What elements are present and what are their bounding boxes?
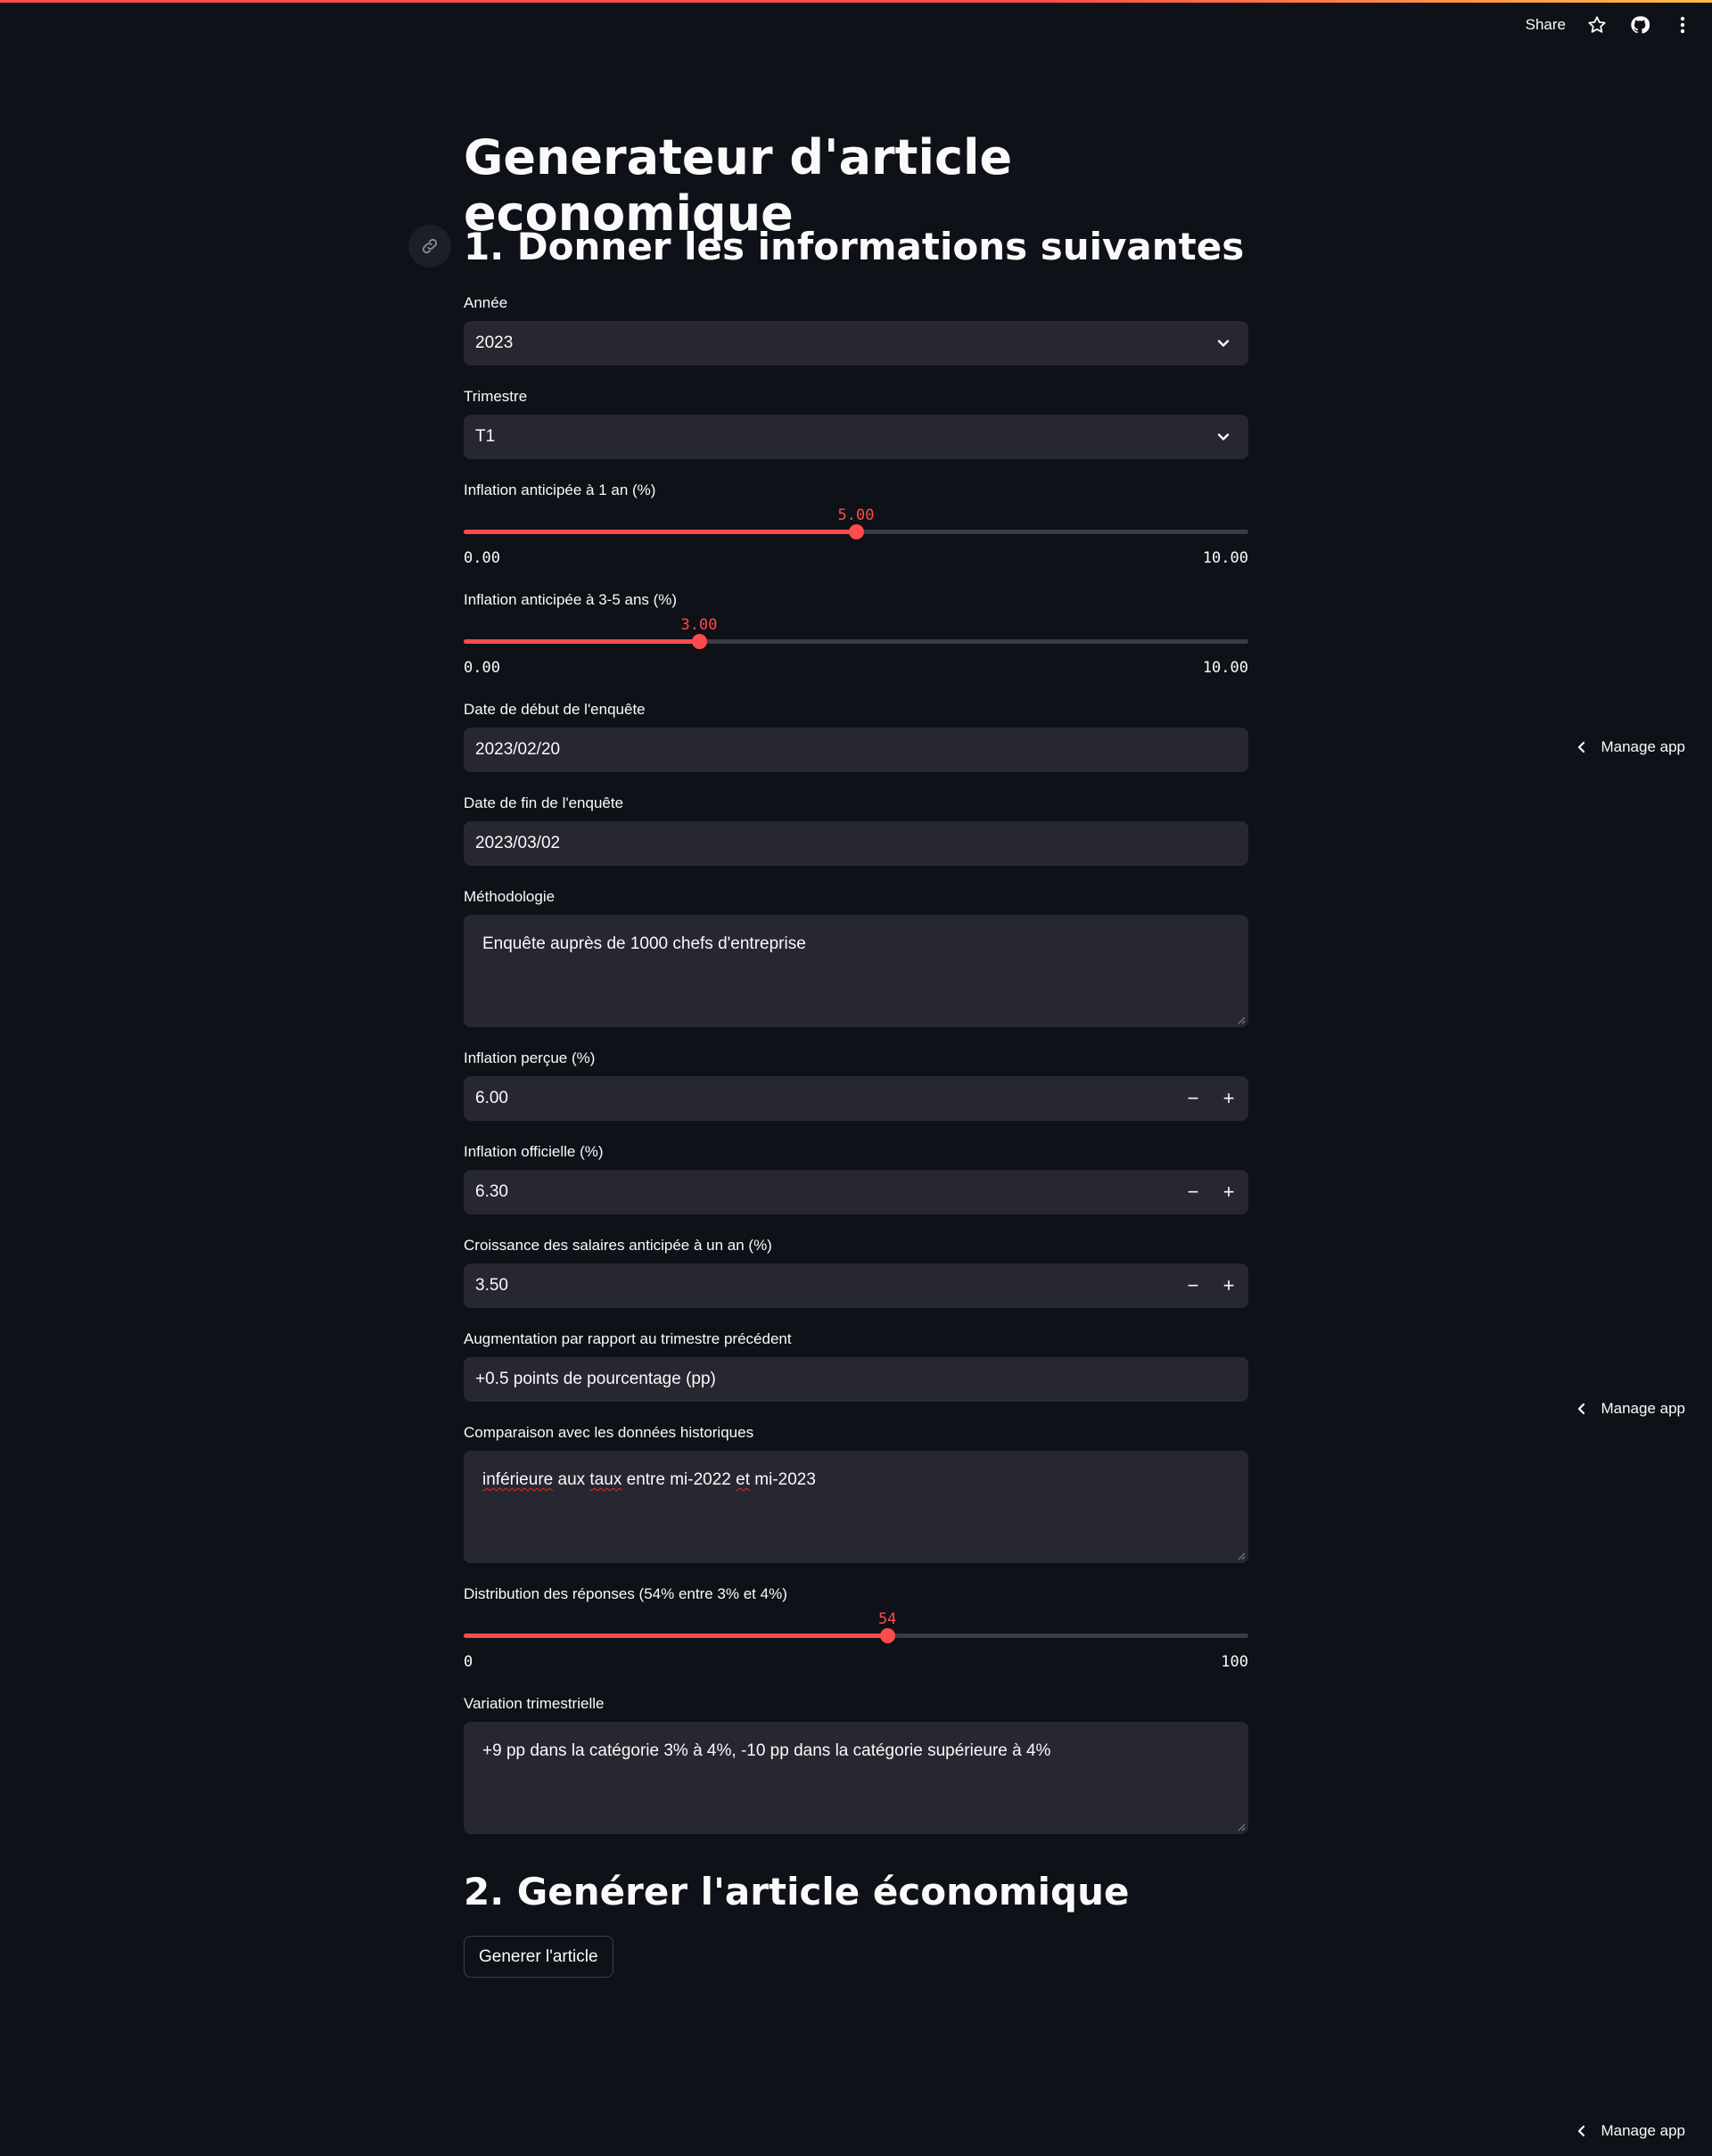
manage-app-button[interactable]: Manage app	[1576, 738, 1685, 756]
inflation-percue-value: 6.00	[475, 1089, 508, 1107]
increment-button[interactable]: +	[1211, 1076, 1247, 1121]
slider-max-label: 10.00	[1202, 549, 1248, 567]
augmentation-input[interactable]: +0.5 points de pourcentage (pp)	[464, 1357, 1248, 1402]
slider-max-label: 10.00	[1202, 659, 1248, 677]
chevron-left-icon	[1578, 2125, 1585, 2137]
decrement-button[interactable]: −	[1175, 1170, 1211, 1214]
comparaison-part: inférieure	[482, 1470, 554, 1489]
comparaison-value: inférieure aux taux entre mi-2022 et mi-…	[482, 1470, 816, 1490]
top-accent-bar	[0, 0, 1712, 3]
inflation-1an-slider[interactable]: 5.00 0.00 10.00	[464, 506, 1248, 567]
variation-label: Variation trimestrielle	[464, 1695, 605, 1712]
section-2-heading: 2. Genérer l'article économique	[464, 1870, 1130, 1913]
augmentation-value: +0.5 points de pourcentage (pp)	[475, 1370, 716, 1388]
slider-thumb[interactable]	[692, 634, 707, 649]
comparaison-part: et	[736, 1470, 750, 1489]
croissance-salaires-input[interactable]: 3.50 − +	[464, 1263, 1248, 1308]
methodologie-value: Enquête auprès de 1000 chefs d'entrepris…	[482, 934, 806, 953]
increment-button[interactable]: +	[1211, 1170, 1247, 1214]
generate-article-button[interactable]: Generer l'article	[464, 1936, 613, 1978]
methodologie-textarea[interactable]: Enquête auprès de 1000 chefs d'entrepris…	[464, 915, 1248, 1027]
annee-select[interactable]: 2023	[464, 321, 1248, 366]
link-icon[interactable]	[408, 225, 451, 267]
star-icon[interactable]	[1585, 13, 1609, 37]
comparaison-part: entre mi-2022	[621, 1470, 737, 1489]
kebab-menu-icon[interactable]	[1671, 13, 1694, 37]
slider-fill	[464, 1633, 888, 1638]
date-fin-input[interactable]: 2023/03/02	[464, 821, 1248, 866]
date-debut-value: 2023/02/20	[475, 740, 561, 759]
header-toolbar: Share	[1526, 13, 1694, 37]
github-icon[interactable]	[1628, 13, 1651, 37]
slider-current-value: 3.00	[680, 616, 718, 634]
resize-grip-icon[interactable]	[1237, 1016, 1246, 1025]
croissance-salaires-label: Croissance des salaires anticipée à un a…	[464, 1237, 772, 1254]
comparaison-label: Comparaison avec les données historiques	[464, 1424, 754, 1441]
increment-button[interactable]: +	[1211, 1263, 1247, 1308]
croissance-salaires-value: 3.50	[475, 1276, 508, 1295]
slider-max-label: 100	[1221, 1653, 1248, 1671]
comparaison-textarea[interactable]: inférieure aux taux entre mi-2022 et mi-…	[464, 1451, 1248, 1563]
comparaison-part: taux	[589, 1470, 622, 1489]
annee-value: 2023	[475, 333, 514, 352]
manage-app-button[interactable]: Manage app	[1576, 2122, 1685, 2140]
date-fin-label: Date de fin de l'enquête	[464, 794, 624, 811]
slider-min-label: 0	[464, 1653, 473, 1671]
resize-grip-icon[interactable]	[1237, 1551, 1246, 1560]
slider-min-label: 0.00	[464, 659, 500, 677]
chevron-down-icon	[1217, 340, 1230, 347]
manage-app-button[interactable]: Manage app	[1576, 1400, 1685, 1418]
chevron-down-icon	[1217, 433, 1230, 440]
chevron-left-icon	[1578, 1403, 1585, 1415]
inflation-1an-label: Inflation anticipée à 1 an (%)	[464, 481, 656, 498]
augmentation-label: Augmentation par rapport au trimestre pr…	[464, 1330, 792, 1347]
slider-current-value: 54	[877, 1610, 897, 1628]
comparaison-part: mi-2023	[750, 1470, 816, 1489]
trimestre-select[interactable]: T1	[464, 415, 1248, 459]
slider-thumb[interactable]	[880, 1628, 896, 1643]
decrement-button[interactable]: −	[1175, 1263, 1211, 1308]
distribution-slider[interactable]: 54 0 100	[464, 1610, 1248, 1671]
inflation-3-5ans-slider[interactable]: 3.00 0.00 10.00	[464, 616, 1248, 677]
slider-min-label: 0.00	[464, 549, 500, 567]
section-1-heading: 1. Donner les informations suivantes	[464, 225, 1245, 268]
manage-app-label: Manage app	[1601, 1400, 1685, 1417]
variation-value: +9 pp dans la catégorie 3% à 4%, -10 pp …	[482, 1741, 1051, 1760]
slider-fill	[464, 639, 699, 644]
inflation-officielle-label: Inflation officielle (%)	[464, 1143, 604, 1160]
share-button[interactable]: Share	[1526, 16, 1566, 34]
distribution-label: Distribution des réponses (54% entre 3% …	[464, 1585, 787, 1602]
variation-textarea[interactable]: +9 pp dans la catégorie 3% à 4%, -10 pp …	[464, 1722, 1248, 1834]
methodologie-label: Méthodologie	[464, 888, 556, 905]
annee-label: Année	[464, 294, 508, 311]
date-debut-label: Date de début de l'enquête	[464, 701, 646, 718]
inflation-officielle-input[interactable]: 6.30 − +	[464, 1170, 1248, 1214]
inflation-3-5ans-label: Inflation anticipée à 3-5 ans (%)	[464, 591, 678, 608]
slider-thumb[interactable]	[849, 524, 864, 539]
date-fin-value: 2023/03/02	[475, 834, 561, 852]
inflation-percue-input[interactable]: 6.00 − +	[464, 1076, 1248, 1121]
inflation-officielle-value: 6.30	[475, 1182, 508, 1201]
comparaison-part: aux	[553, 1470, 590, 1489]
resize-grip-icon[interactable]	[1237, 1823, 1246, 1831]
trimestre-label: Trimestre	[464, 388, 528, 405]
slider-fill	[464, 530, 856, 534]
date-debut-input[interactable]: 2023/02/20	[464, 728, 1248, 772]
manage-app-label: Manage app	[1601, 738, 1685, 755]
inflation-percue-label: Inflation perçue (%)	[464, 1049, 596, 1066]
trimestre-value: T1	[475, 427, 496, 446]
chevron-left-icon	[1578, 741, 1585, 753]
manage-app-label: Manage app	[1601, 2122, 1685, 2139]
decrement-button[interactable]: −	[1175, 1076, 1211, 1121]
slider-current-value: 5.00	[837, 506, 875, 524]
